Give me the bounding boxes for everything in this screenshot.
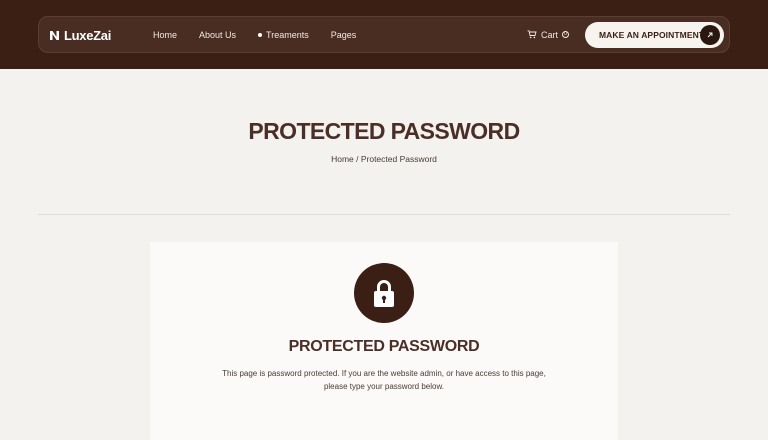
navbar: LuxeZai Home About Us Treaments Pages Ca… xyxy=(38,16,730,53)
appointment-label: MAKE AN APPOINTMENT xyxy=(599,30,705,40)
active-dot-icon xyxy=(258,32,263,37)
nav-pages[interactable]: Pages xyxy=(331,30,357,40)
brand-name: LuxeZai xyxy=(64,27,112,43)
cart-label: Cart xyxy=(541,29,559,40)
logo[interactable]: LuxeZai xyxy=(49,27,111,43)
card-description: This page is password protected. If you … xyxy=(222,369,546,391)
nav-about-us[interactable]: About Us xyxy=(199,30,236,40)
site-header: LuxeZai Home About Us Treaments Pages Ca… xyxy=(0,0,768,69)
cart-count-badge: 0 xyxy=(562,31,570,38)
main-menu: Home About Us Treaments Pages xyxy=(153,17,356,52)
nav-home[interactable]: Home xyxy=(153,30,177,40)
nav-treatments[interactable]: Treaments xyxy=(258,30,309,40)
cart-icon xyxy=(527,30,537,39)
password-card: PROTECTED PASSWORD This page is password… xyxy=(150,242,618,440)
nav-treatments-label: Treaments xyxy=(266,29,309,40)
logo-icon xyxy=(50,30,59,40)
arrow-up-right-icon xyxy=(700,25,720,45)
page-title: PROTECTED PASSWORD xyxy=(248,118,520,144)
make-appointment-button[interactable]: MAKE AN APPOINTMENT xyxy=(585,22,724,48)
lock-icon xyxy=(374,280,394,307)
cart-link[interactable]: Cart 0 xyxy=(527,17,570,52)
breadcrumb: Home / Protected Password xyxy=(331,154,437,164)
card-title: PROTECTED PASSWORD xyxy=(288,338,480,355)
lock-badge xyxy=(354,263,414,323)
divider xyxy=(38,214,730,215)
